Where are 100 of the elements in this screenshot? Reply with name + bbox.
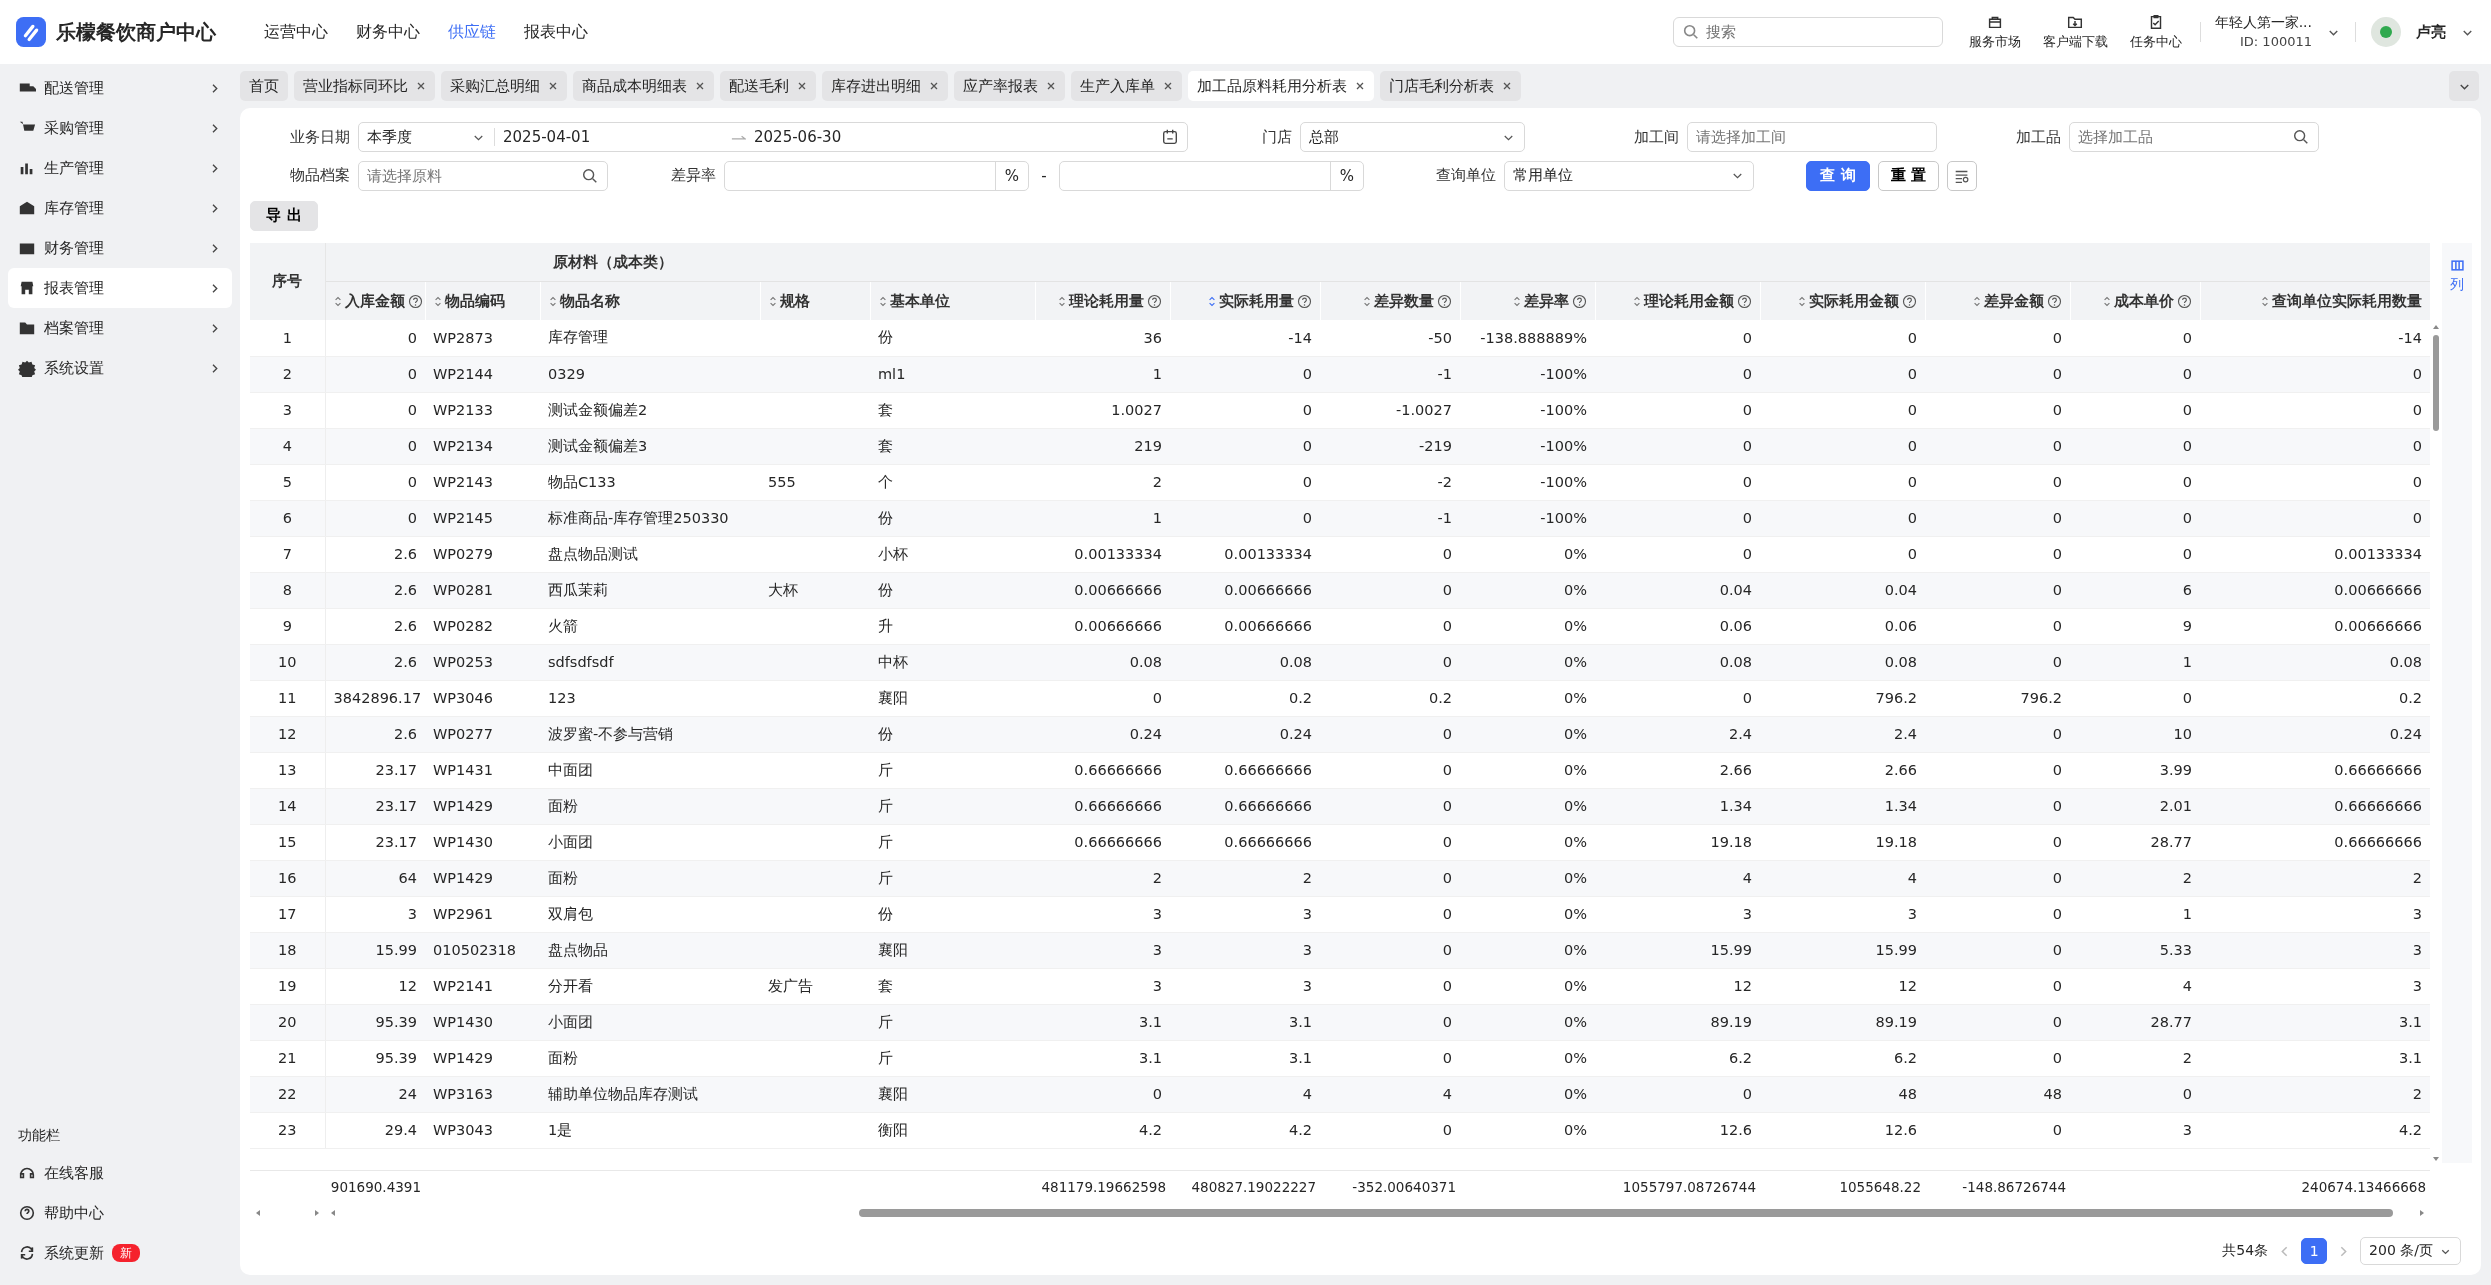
help-icon[interactable] [1146, 293, 1162, 309]
toolbar-button[interactable]: 服务市场 [1964, 13, 2025, 51]
workshop-field[interactable]: 请选择加工间 [1687, 122, 1937, 153]
help-icon[interactable] [2176, 293, 2192, 309]
tab[interactable]: 配送毛利 [720, 71, 816, 101]
sort-icon[interactable] [878, 294, 887, 308]
sidebar-item[interactable]: 采购管理 [8, 108, 232, 148]
scroll-left-icon[interactable] [254, 1209, 262, 1217]
close-icon[interactable] [1163, 81, 1173, 91]
close-icon[interactable] [416, 81, 426, 91]
close-icon[interactable] [548, 81, 558, 91]
sort-icon[interactable] [1057, 294, 1066, 308]
export-button[interactable]: 导 出 [250, 200, 318, 231]
sort-icon[interactable] [1362, 294, 1371, 308]
product-field[interactable]: 选择加工品 [2069, 122, 2319, 153]
close-icon[interactable] [1046, 81, 1056, 91]
scrollbar-thumb[interactable] [859, 1209, 2394, 1217]
sidebar-item[interactable]: 系统更新 新 [8, 1233, 232, 1273]
sidebar-item[interactable]: 档案管理 [8, 308, 232, 348]
help-icon[interactable] [2046, 293, 2062, 309]
help-icon[interactable] [1296, 293, 1312, 309]
sidebar-item[interactable]: 报表管理 [8, 268, 232, 308]
nav-link[interactable]: 报表中心 [524, 21, 588, 43]
close-icon[interactable] [1355, 81, 1365, 91]
rate-min-field[interactable] [724, 160, 1029, 191]
column-header[interactable]: 规格 [760, 281, 870, 320]
column-header[interactable]: 理论耗用量 [1035, 281, 1170, 320]
nav-link[interactable]: 供应链 [448, 21, 496, 43]
sort-icon[interactable] [1207, 294, 1216, 308]
tab[interactable]: 商品成本明细表 [573, 71, 714, 101]
search-field[interactable]: 搜索 [1672, 17, 1943, 47]
sort-icon[interactable] [1797, 294, 1806, 308]
column-header[interactable]: 物品编码 [425, 281, 540, 320]
scroll-down-icon[interactable] [2432, 1155, 2440, 1163]
tab[interactable]: 采购汇总明细 [441, 71, 567, 101]
sort-icon[interactable] [548, 294, 557, 308]
sidebar-item[interactable]: 库存管理 [8, 188, 232, 228]
unit-select[interactable]: 常用单位 [1504, 160, 1754, 191]
column-header[interactable]: 实际耗用量 [1170, 281, 1320, 320]
date-range-field[interactable]: 本季度 2025-04-01 2025-06-30 [358, 122, 1188, 153]
help-icon[interactable] [1436, 293, 1452, 309]
sort-icon[interactable] [433, 294, 442, 308]
scroll-left-icon[interactable] [329, 1209, 337, 1217]
column-header[interactable]: 基本单位 [870, 281, 1035, 320]
toolbar-button[interactable]: 任务中心 [2125, 13, 2186, 51]
sort-icon[interactable] [1512, 294, 1521, 308]
scroll-up-icon[interactable] [2432, 323, 2440, 331]
filter-settings-button[interactable] [1947, 160, 1978, 191]
sort-icon[interactable] [768, 294, 777, 308]
tab[interactable]: 营业指标同环比 [294, 71, 435, 101]
page-size-select[interactable]: 200 条/页 [2360, 1237, 2461, 1265]
help-icon[interactable] [1571, 293, 1587, 309]
close-icon[interactable] [1502, 81, 1512, 91]
help-icon[interactable] [1736, 293, 1752, 309]
item-field[interactable]: 请选择原料 [358, 160, 608, 191]
sidebar-item[interactable]: 生产管理 [8, 148, 232, 188]
tab[interactable]: 生产入库单 [1071, 71, 1182, 101]
column-header[interactable]: 差异率 [1460, 281, 1595, 320]
sort-icon[interactable] [2102, 294, 2111, 308]
column-header[interactable]: 理论耗用金额 [1595, 281, 1760, 320]
nav-link[interactable]: 运营中心 [264, 21, 328, 43]
column-header[interactable]: 入库金额 [325, 281, 425, 320]
reset-button[interactable]: 重 置 [1878, 160, 1940, 191]
tab[interactable]: 首页 [240, 71, 288, 101]
column-header[interactable]: 成本单价 [2070, 281, 2200, 320]
column-header[interactable]: 差异金额 [1925, 281, 2070, 320]
sidebar-item[interactable]: 配送管理 [8, 68, 232, 108]
sidebar-item[interactable]: 帮助中心 [8, 1193, 232, 1233]
toolbar-button[interactable]: 客户端下载 [2038, 13, 2112, 51]
sort-icon[interactable] [2261, 294, 2270, 308]
help-icon[interactable] [1901, 293, 1917, 309]
column-settings-button[interactable]: 列 [2442, 243, 2472, 294]
tab[interactable]: 库存进出明细 [822, 71, 948, 101]
close-icon[interactable] [929, 81, 939, 91]
query-button[interactable]: 查 询 [1806, 160, 1870, 191]
sidebar-item[interactable]: 财务管理 [8, 228, 232, 268]
scroll-right-icon[interactable] [2418, 1209, 2426, 1217]
help-icon[interactable] [407, 293, 423, 309]
tab[interactable]: 门店毛利分析表 [1380, 71, 1521, 101]
avatar[interactable] [2370, 16, 2402, 48]
sidebar-item[interactable]: 系统设置 [8, 348, 232, 388]
store-select[interactable]: 总部 [1300, 122, 1525, 153]
sort-icon[interactable] [333, 294, 342, 308]
scroll-right-icon[interactable] [313, 1209, 321, 1217]
close-icon[interactable] [695, 81, 705, 91]
rate-max-field[interactable] [1059, 160, 1364, 191]
user-name[interactable]: 卢亮 [2416, 22, 2446, 42]
column-header[interactable]: 实际耗用金额 [1760, 281, 1925, 320]
tab[interactable]: 应产率报表 [954, 71, 1065, 101]
sort-icon[interactable] [1632, 294, 1641, 308]
column-header[interactable]: 查询单位实际耗用数量 [2200, 281, 2431, 320]
tab[interactable]: 加工品原料耗用分析表 [1188, 71, 1374, 101]
page-button[interactable]: 1 [2301, 1238, 2328, 1264]
sort-icon[interactable] [1972, 294, 1981, 308]
close-icon[interactable] [797, 81, 807, 91]
sidebar-item[interactable]: 在线客服 [8, 1153, 232, 1193]
scrollbar-thumb[interactable] [2433, 335, 2439, 431]
column-header[interactable]: 物品名称 [540, 281, 760, 320]
nav-link[interactable]: 财务中心 [356, 21, 420, 43]
column-header[interactable]: 差异数量 [1320, 281, 1460, 320]
